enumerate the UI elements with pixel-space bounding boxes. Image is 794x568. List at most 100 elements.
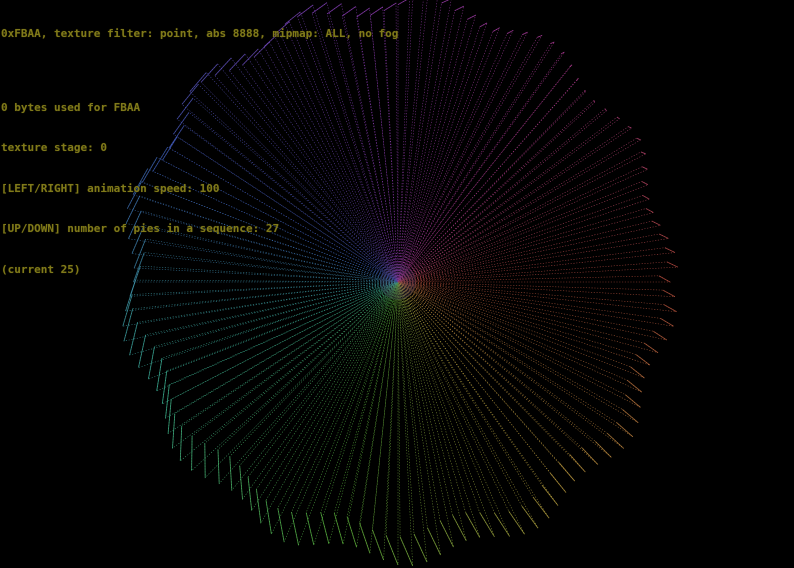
wedge-outer-edge	[467, 14, 476, 20]
wedge-outer-edge	[346, 516, 358, 548]
wedge	[397, 208, 655, 283]
wedge-outer-edge	[641, 181, 649, 186]
wedge-outer-edge	[217, 449, 220, 484]
wedge-outline	[397, 77, 579, 283]
wedge-outer-edge	[549, 472, 567, 493]
wedge-outline	[397, 281, 659, 353]
wedge	[179, 281, 399, 462]
wedge-outer-edge	[541, 485, 559, 506]
wedge-outline	[397, 281, 642, 393]
wedge	[397, 281, 525, 535]
wedge-outline	[397, 281, 441, 556]
wedge-outer-edge	[479, 22, 488, 28]
wedge	[397, 281, 677, 313]
wedge-outer-edge	[664, 247, 676, 253]
render-viewport[interactable]: 0xFBAA, texture filter: point, abs 8888,…	[0, 0, 794, 568]
wedge-outer-edge	[625, 394, 641, 408]
wedge-outline	[397, 208, 655, 283]
wedge-outer-edge	[123, 308, 134, 342]
wedge-outer-edge	[397, 0, 408, 5]
wedge-outline	[217, 281, 399, 485]
wedge	[385, 281, 399, 566]
wedge-outline	[397, 108, 607, 283]
wedge-outer-edge	[522, 31, 528, 36]
hud-current: (current 25)	[1, 262, 81, 276]
wedge-outer-edge	[630, 366, 645, 379]
wedge-outline	[265, 281, 399, 535]
wedge-outline	[397, 281, 639, 423]
wedge-outer-edge	[277, 508, 285, 542]
wedge-outer-edge	[635, 354, 651, 366]
wedge-outer-edge	[372, 529, 385, 561]
wedge-outer-edge	[622, 409, 639, 424]
wedge-outer-edge	[465, 512, 481, 538]
wedge	[397, 281, 539, 529]
wedge-outer-edge	[165, 384, 170, 419]
wedge-outline	[334, 281, 399, 545]
wedge-outer-edge	[452, 514, 467, 542]
wedge-outer-edge	[265, 500, 272, 535]
wedge-outer-edge	[506, 30, 514, 34]
wedge	[172, 281, 399, 449]
wedge-outline	[397, 99, 595, 283]
wedge	[397, 137, 642, 283]
wedge-outer-edge	[594, 441, 612, 458]
wedge-outer-edge	[642, 195, 650, 200]
wedge	[397, 281, 639, 424]
wedge-outline	[397, 281, 612, 458]
wedge	[247, 281, 399, 512]
wedge	[333, 281, 399, 545]
wedge	[397, 116, 620, 283]
wedge	[397, 99, 595, 283]
wedge-outer-edge	[644, 342, 659, 354]
wedge-outer-edge	[494, 512, 510, 537]
wedge-outer-edge	[426, 527, 442, 556]
wedge-outer-edge	[616, 422, 634, 438]
wedge-outer-edge	[479, 512, 495, 537]
wedge-outer-edge	[521, 505, 539, 529]
wedge	[397, 281, 641, 408]
wedge	[397, 281, 645, 379]
wedge-outer-edge	[172, 413, 176, 449]
wedge-outer-edge	[508, 511, 525, 535]
wedge-outline	[397, 281, 667, 341]
wedge-outer-edge	[569, 454, 586, 473]
wedge-outer-edge	[659, 233, 669, 239]
wedge-outer-edge	[439, 520, 454, 548]
wedge	[397, 281, 659, 354]
wedge-outline	[397, 220, 662, 283]
wedge	[217, 281, 399, 485]
wedge-outline	[291, 281, 399, 546]
wedge-outline	[397, 281, 586, 473]
wedge-outline	[247, 281, 399, 512]
wedge	[397, 27, 500, 283]
wedge-outline	[397, 116, 620, 283]
wedge-outer-edge	[156, 358, 163, 392]
wedge-outline	[397, 281, 559, 506]
wedge	[397, 281, 625, 449]
wedge	[397, 281, 442, 556]
wedge-outer-edge	[636, 137, 641, 141]
hud-title: 0xFBAA, texture filter: point, abs 8888,…	[1, 27, 399, 40]
wedge-outer-edge	[291, 511, 299, 546]
wedge-outline	[397, 27, 500, 283]
wedge-outer-edge	[616, 116, 620, 120]
wedge-outer-edge	[385, 535, 399, 566]
wedge-outline	[397, 281, 481, 538]
wedge-outer-edge	[561, 51, 565, 54]
wedge	[397, 281, 495, 537]
wedge	[397, 281, 643, 393]
wedge	[291, 281, 399, 546]
wedge-outer-edge	[666, 261, 678, 268]
hud-spacer	[1, 68, 398, 74]
wedge-outer-edge	[581, 447, 599, 465]
wedge	[397, 281, 510, 537]
wedge-outline	[180, 281, 399, 462]
hud-pies-in-sequence: [UP/DOWN] number of pies in a sequence: …	[1, 222, 280, 235]
wedge	[397, 5, 465, 283]
wedge-outer-edge	[593, 100, 595, 103]
wedge-outline	[204, 281, 399, 479]
wedge-outline	[172, 281, 399, 449]
hud-texture-stage: texture stage: 0	[1, 141, 107, 154]
wedge	[397, 77, 579, 283]
